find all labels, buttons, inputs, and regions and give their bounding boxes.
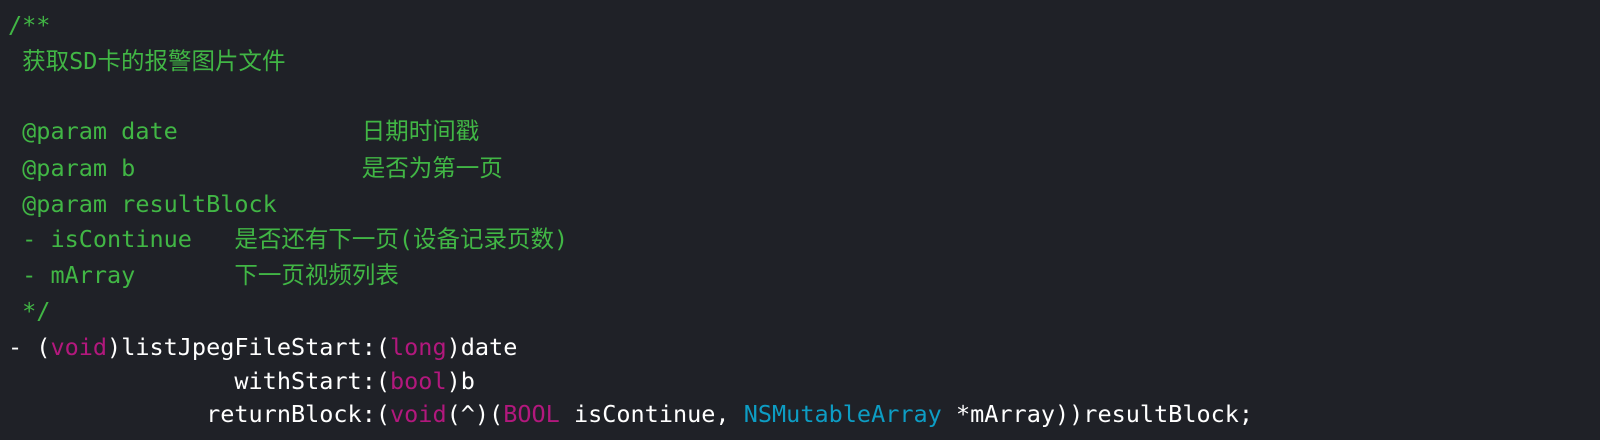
- keyword-token: long: [390, 333, 447, 361]
- code-line-7: - isContinue 是否还有下一页(设备记录页数): [8, 225, 569, 253]
- code-token: returnBlock:(: [8, 400, 391, 428]
- code-line-9: */: [8, 297, 51, 325]
- code-line-12: returnBlock:(void(^)(BOOL isContinue, NS…: [8, 396, 1253, 432]
- code-line-2: 获取SD卡的报警图片文件: [8, 47, 286, 75]
- code-token: )listJpegFileStart:(: [107, 333, 391, 361]
- keyword-token: void: [390, 400, 447, 428]
- code-line-1: /**: [8, 11, 51, 39]
- code-line-11: withStart:(bool)b: [8, 363, 475, 399]
- code-line-6: @param resultBlock: [8, 190, 277, 218]
- code-token: (^)(: [446, 400, 504, 428]
- code-line-5: @param b 是否为第一页: [8, 154, 503, 182]
- code-editor[interactable]: /** 获取SD卡的报警图片文件 @param date 日期时间戳 @para…: [0, 0, 1600, 440]
- code-token: )date: [446, 333, 518, 361]
- keyword-token: bool: [390, 367, 447, 395]
- code-token: isContinue,: [559, 400, 744, 428]
- code-line-10: - (void)listJpegFileStart:(long)date: [8, 329, 517, 365]
- type-token: NSMutableArray: [743, 400, 942, 428]
- code-token: )b: [446, 367, 475, 395]
- code-token: *mArray))resultBlock;: [941, 400, 1254, 428]
- code-token: withStart:(: [8, 367, 391, 395]
- code-token: - (: [8, 333, 51, 361]
- keyword-token: BOOL: [503, 400, 560, 428]
- code-line-4: @param date 日期时间戳: [8, 117, 480, 145]
- code-line-8: - mArray 下一页视频列表: [8, 261, 399, 289]
- keyword-token: void: [50, 333, 108, 361]
